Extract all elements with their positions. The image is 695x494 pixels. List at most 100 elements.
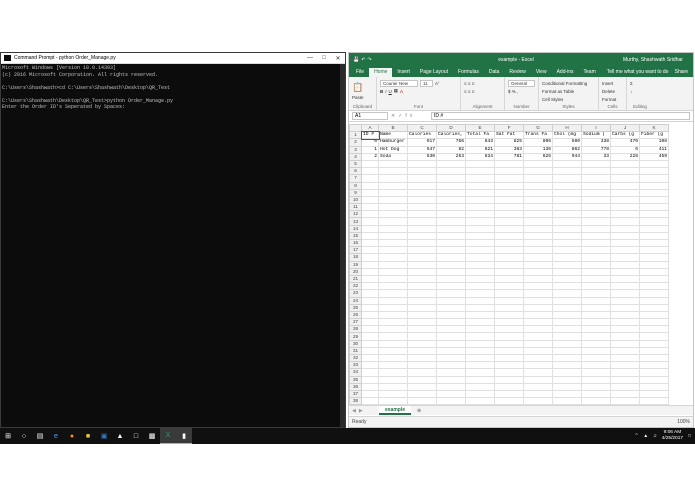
cell[interactable]: 470 bbox=[610, 138, 640, 147]
cell[interactable] bbox=[465, 310, 495, 320]
align-left-icon[interactable]: ≡ ≡ ≡ bbox=[464, 87, 501, 95]
name-box[interactable]: A1 bbox=[352, 112, 388, 120]
outlook-icon[interactable]: ▣ bbox=[96, 428, 112, 444]
cell[interactable] bbox=[581, 260, 611, 269]
row-header[interactable]: 5 bbox=[349, 159, 362, 169]
cell[interactable] bbox=[436, 346, 466, 356]
cell[interactable] bbox=[639, 310, 669, 320]
cell[interactable] bbox=[523, 224, 553, 233]
cell[interactable] bbox=[552, 339, 582, 348]
cell[interactable] bbox=[639, 382, 669, 391]
cell[interactable] bbox=[581, 353, 611, 363]
column-header-c[interactable]: C bbox=[407, 124, 437, 133]
cell[interactable] bbox=[610, 303, 640, 312]
column-header-j[interactable]: J bbox=[610, 124, 640, 133]
cell[interactable] bbox=[361, 296, 379, 305]
cell[interactable] bbox=[465, 260, 495, 269]
cell[interactable] bbox=[465, 296, 495, 305]
cell[interactable] bbox=[639, 181, 669, 190]
cell[interactable] bbox=[361, 282, 379, 291]
cell[interactable] bbox=[610, 382, 640, 391]
cell[interactable] bbox=[378, 289, 408, 298]
cell[interactable] bbox=[378, 296, 408, 305]
cell[interactable] bbox=[494, 195, 524, 205]
cell[interactable] bbox=[523, 353, 553, 363]
cell[interactable] bbox=[407, 346, 437, 356]
cell[interactable]: 580 bbox=[552, 138, 582, 147]
cell[interactable]: 383 bbox=[494, 145, 524, 154]
tab-view[interactable]: View bbox=[531, 68, 552, 77]
cell[interactable] bbox=[523, 289, 553, 298]
cell[interactable] bbox=[552, 195, 582, 205]
cell[interactable] bbox=[610, 289, 640, 298]
cell[interactable] bbox=[378, 382, 408, 391]
grow-font-icon[interactable]: Aˆ bbox=[435, 81, 440, 86]
tab-insert[interactable]: Insert bbox=[392, 68, 415, 77]
cell[interactable] bbox=[639, 188, 669, 197]
cell[interactable] bbox=[378, 332, 408, 341]
row-header[interactable]: 31 bbox=[349, 346, 362, 356]
bold-icon[interactable]: B bbox=[380, 89, 383, 94]
cell[interactable] bbox=[361, 174, 379, 183]
cell[interactable] bbox=[361, 389, 379, 399]
cell[interactable] bbox=[494, 181, 524, 190]
cell[interactable] bbox=[639, 267, 669, 276]
format-as-table-button[interactable]: Format as Table bbox=[542, 87, 595, 95]
add-sheet-icon[interactable]: ⊕ bbox=[417, 408, 421, 414]
cell[interactable] bbox=[552, 332, 582, 341]
cell[interactable] bbox=[436, 332, 466, 341]
chevron-up-icon[interactable]: ⌃ bbox=[634, 434, 638, 439]
column-header-g[interactable]: G bbox=[523, 124, 553, 133]
cell[interactable] bbox=[494, 231, 524, 241]
cell[interactable] bbox=[465, 253, 495, 262]
cell[interactable] bbox=[378, 181, 408, 190]
cell[interactable] bbox=[407, 289, 437, 298]
delete-cells-button[interactable]: Delete bbox=[602, 87, 623, 95]
align-top-icon[interactable]: ≡ ≡ ≡ bbox=[464, 79, 501, 87]
cell[interactable] bbox=[581, 368, 611, 377]
conditional-formatting-button[interactable]: Conditional Formatting bbox=[542, 79, 595, 87]
cell[interactable] bbox=[610, 224, 640, 233]
cell[interactable] bbox=[361, 361, 379, 370]
cell[interactable] bbox=[494, 397, 524, 406]
cell[interactable]: 459 bbox=[639, 152, 669, 161]
cell[interactable] bbox=[436, 325, 466, 334]
cell[interactable] bbox=[361, 310, 379, 320]
cell[interactable] bbox=[361, 159, 379, 169]
cell[interactable] bbox=[494, 188, 524, 197]
cell[interactable] bbox=[581, 339, 611, 348]
font-name-select[interactable]: Courier New bbox=[380, 79, 418, 87]
cell[interactable] bbox=[407, 167, 437, 176]
cell[interactable] bbox=[361, 195, 379, 205]
cell[interactable] bbox=[436, 174, 466, 183]
cell[interactable] bbox=[361, 325, 379, 334]
cell[interactable]: 136 bbox=[523, 145, 553, 154]
column-header-f[interactable]: F bbox=[494, 124, 524, 133]
cell[interactable] bbox=[494, 389, 524, 399]
cell[interactable] bbox=[639, 282, 669, 291]
cell[interactable] bbox=[361, 353, 379, 363]
cell[interactable] bbox=[378, 253, 408, 262]
cell[interactable] bbox=[494, 353, 524, 363]
store-icon[interactable]: ▲ bbox=[112, 428, 128, 444]
notifications-icon[interactable]: □ bbox=[688, 434, 691, 439]
cell[interactable] bbox=[361, 397, 379, 406]
cell[interactable] bbox=[523, 181, 553, 190]
cell[interactable] bbox=[378, 375, 408, 384]
cell[interactable] bbox=[407, 231, 437, 241]
cell[interactable] bbox=[494, 368, 524, 377]
cell[interactable] bbox=[523, 253, 553, 262]
cell[interactable] bbox=[581, 195, 611, 205]
cell[interactable] bbox=[639, 274, 669, 284]
cell[interactable] bbox=[436, 353, 466, 363]
cell[interactable] bbox=[494, 339, 524, 348]
cell[interactable] bbox=[552, 368, 582, 377]
cell[interactable] bbox=[465, 238, 495, 248]
tab-add-ins[interactable]: Add-ins bbox=[552, 68, 579, 77]
cell[interactable] bbox=[581, 318, 611, 327]
minimize-button[interactable]: — bbox=[303, 55, 317, 61]
cell[interactable] bbox=[581, 274, 611, 284]
row-header[interactable]: 15 bbox=[349, 231, 362, 241]
cell[interactable] bbox=[610, 260, 640, 269]
cell[interactable] bbox=[523, 346, 553, 356]
